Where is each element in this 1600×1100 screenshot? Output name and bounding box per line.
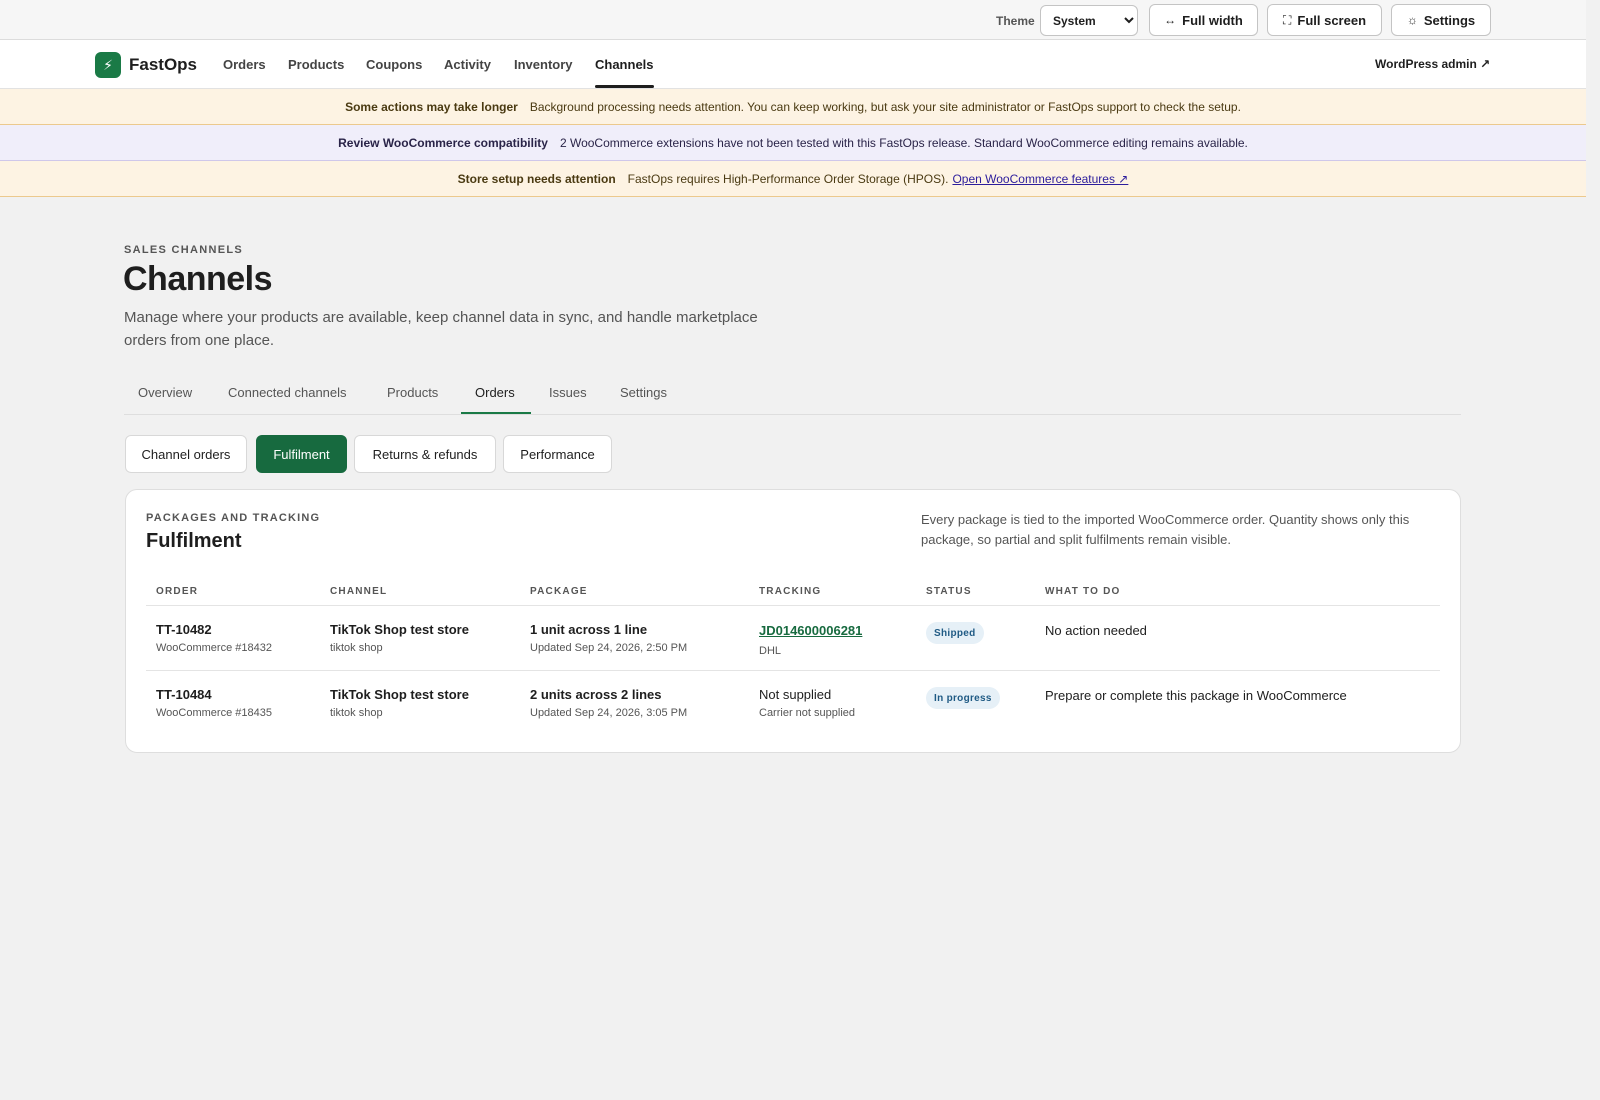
full-width-button[interactable]: ↔ Full width bbox=[1149, 4, 1258, 36]
top-toolbar: Theme System ↔ Full width ⛶ Full screen … bbox=[0, 0, 1586, 40]
column-header-order: ORDER bbox=[156, 586, 199, 597]
banner-title: Review WooCommerce compatibility bbox=[338, 135, 548, 150]
tab-products[interactable]: Products bbox=[387, 385, 438, 400]
tracking-value: Not supplied bbox=[759, 687, 832, 702]
channel-cell: TikTok Shop test store tiktok shop bbox=[330, 687, 469, 719]
banner-compatibility: Review WooCommerce compatibility 2 WooCo… bbox=[0, 125, 1586, 161]
what-to-do-text: No action needed bbox=[1045, 623, 1147, 638]
open-woocommerce-features-link[interactable]: Open WooCommerce features ↗ bbox=[952, 172, 1128, 186]
tab-connected-channels[interactable]: Connected channels bbox=[228, 385, 347, 400]
gear-icon: ☼ bbox=[1406, 13, 1418, 27]
wordpress-admin-link[interactable]: WordPress admin ↗ bbox=[1375, 57, 1490, 71]
channel-cell: TikTok Shop test store tiktok shop bbox=[330, 622, 469, 654]
tab-issues[interactable]: Issues bbox=[549, 385, 587, 400]
column-header-package: PACKAGE bbox=[530, 586, 588, 597]
banner-text: FastOps requires High-Performance Order … bbox=[627, 171, 949, 186]
woocommerce-order: WooCommerce #18435 bbox=[156, 707, 272, 719]
tracking-cell: JD014600006281 DHL bbox=[759, 622, 862, 657]
woocommerce-order: WooCommerce #18432 bbox=[156, 642, 272, 654]
brand-name[interactable]: FastOps bbox=[129, 55, 197, 75]
settings-label: Settings bbox=[1423, 12, 1476, 28]
channel-name: TikTok Shop test store bbox=[330, 622, 469, 637]
page-title: Channels bbox=[123, 260, 273, 298]
order-id: TT-10482 bbox=[156, 622, 212, 637]
table-row: TT-10484 WooCommerce #18435 TikTok Shop … bbox=[146, 671, 1440, 735]
tab-overview[interactable]: Overview bbox=[138, 385, 192, 400]
fulfilment-card: PACKAGES AND TRACKING Fulfilment Every p… bbox=[125, 489, 1461, 753]
carrier-name: Carrier not supplied bbox=[759, 707, 855, 719]
package-summary: 2 units across 2 lines bbox=[530, 687, 662, 702]
package-cell: 1 unit across 1 line Updated Sep 24, 202… bbox=[530, 622, 687, 654]
banner-text: 2 WooCommerce extensions have not been t… bbox=[559, 135, 1248, 150]
column-header-channel: CHANNEL bbox=[330, 586, 388, 597]
card-note: Every package is tied to the imported Wo… bbox=[921, 512, 1410, 547]
carrier-name: DHL bbox=[759, 645, 782, 657]
banner-title: Store setup needs attention bbox=[457, 171, 616, 186]
full-width-label: Full width bbox=[1182, 12, 1243, 28]
section-tabs: Overview Connected channels Products Ord… bbox=[124, 374, 1461, 415]
subtab-returns-refunds[interactable]: Returns & refunds bbox=[354, 435, 496, 473]
table-row: TT-10482 WooCommerce #18432 TikTok Shop … bbox=[146, 606, 1440, 670]
tab-settings[interactable]: Settings bbox=[620, 385, 667, 400]
order-cell: TT-10482 WooCommerce #18432 bbox=[156, 622, 272, 654]
tracking-cell: Not supplied Carrier not supplied bbox=[759, 687, 855, 719]
nav-active-indicator bbox=[595, 85, 654, 88]
subtab-fulfilment[interactable]: Fulfilment bbox=[256, 435, 347, 473]
card-title: Fulfilment bbox=[146, 530, 242, 552]
settings-button[interactable]: ☼ Settings bbox=[1391, 4, 1491, 36]
channel-name: TikTok Shop test store bbox=[330, 687, 469, 702]
banner-title: Some actions may take longer bbox=[345, 99, 518, 114]
package-updated: Updated Sep 24, 2026, 3:05 PM bbox=[530, 707, 688, 719]
theme-label: Theme bbox=[996, 14, 1035, 28]
nav-item-orders[interactable]: Orders bbox=[223, 57, 266, 72]
nav-item-inventory[interactable]: Inventory bbox=[514, 57, 573, 72]
tab-active-indicator bbox=[461, 412, 531, 414]
tab-orders[interactable]: Orders bbox=[475, 385, 515, 400]
bolt-icon[interactable]: ⚡ bbox=[95, 52, 121, 78]
order-cell: TT-10484 WooCommerce #18435 bbox=[156, 687, 272, 719]
full-screen-button[interactable]: ⛶ Full screen bbox=[1267, 4, 1382, 36]
package-cell: 2 units across 2 lines Updated Sep 24, 2… bbox=[530, 687, 687, 719]
main-navbar: ⚡ FastOps Orders Products Coupons Activi… bbox=[0, 40, 1586, 89]
nav-item-products[interactable]: Products bbox=[288, 57, 344, 72]
order-id: TT-10484 bbox=[156, 687, 212, 702]
banner-store-setup: Store setup needs attention FastOps requ… bbox=[0, 161, 1586, 197]
channel-type: tiktok shop bbox=[330, 707, 383, 719]
tracking-link[interactable]: JD014600006281 bbox=[759, 623, 862, 638]
arrows-horizontal-icon: ↔ bbox=[1164, 13, 1177, 27]
expand-icon: ⛶ bbox=[1282, 12, 1292, 27]
status-badge: In progress bbox=[926, 687, 1000, 709]
column-header-what-to-do: WHAT TO DO bbox=[1045, 586, 1121, 597]
status-badge: Shipped bbox=[926, 622, 984, 644]
package-summary: 1 unit across 1 line bbox=[530, 622, 648, 637]
nav-item-channels[interactable]: Channels bbox=[595, 57, 654, 72]
banner-text: Background processing needs attention. Y… bbox=[529, 99, 1241, 114]
what-to-do-text: Prepare or complete this package in WooC… bbox=[1045, 688, 1347, 703]
page-eyebrow: SALES CHANNELS bbox=[124, 244, 244, 256]
subtab-performance[interactable]: Performance bbox=[503, 435, 612, 473]
card-eyebrow: PACKAGES AND TRACKING bbox=[146, 512, 321, 524]
nav-item-activity[interactable]: Activity bbox=[444, 57, 491, 72]
channel-type: tiktok shop bbox=[330, 642, 383, 654]
package-updated: Updated Sep 24, 2026, 2:50 PM bbox=[530, 642, 688, 654]
page-description: Manage where your products are available… bbox=[124, 309, 758, 349]
subtab-channel-orders[interactable]: Channel orders bbox=[125, 435, 247, 473]
column-header-status: STATUS bbox=[926, 586, 972, 597]
full-screen-label: Full screen bbox=[1297, 12, 1367, 28]
column-header-tracking: TRACKING bbox=[759, 586, 822, 597]
nav-item-coupons[interactable]: Coupons bbox=[366, 57, 422, 72]
banner-processing: Some actions may take longer Background … bbox=[0, 89, 1586, 125]
theme-select[interactable]: System bbox=[1040, 5, 1138, 36]
